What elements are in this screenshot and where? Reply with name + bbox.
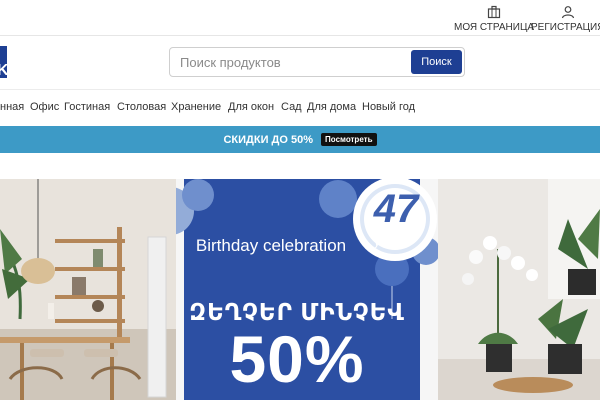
category-nav: нная Офис Гостиная Столовая Хранение Для… <box>0 90 600 126</box>
birthday-sale-graphic: Birthday celebration ԶԵՂՉԵՐ ՄԻՆՉԵՎ 50% 4… <box>176 179 438 400</box>
register-label: РЕГИСТРАЦИЯ <box>531 22 600 33</box>
dining-room-image <box>0 179 176 400</box>
site-header: K Поиск <box>0 36 600 90</box>
nav-item-windows[interactable]: Для окон <box>228 101 274 113</box>
nav-item-home[interactable]: Для дома <box>307 101 356 113</box>
years-text: years <box>374 235 404 249</box>
discount-value: 50% <box>229 322 365 396</box>
years-number: 47 <box>373 187 419 231</box>
promo-strip: СКИДКИ ДО 50% Посмотреть <box>0 126 600 153</box>
promo-view-button[interactable]: Посмотреть <box>321 133 377 146</box>
search-bar: Поиск <box>169 47 465 77</box>
my-page-link[interactable]: МОЯ СТРАНИЦА <box>454 5 534 33</box>
search-button[interactable]: Поиск <box>411 50 462 74</box>
nav-item-partial[interactable]: нная <box>0 101 24 113</box>
nav-item-living-room[interactable]: Гостиная <box>64 101 110 113</box>
search-input[interactable] <box>170 48 410 76</box>
nav-item-office[interactable]: Офис <box>30 101 59 113</box>
nav-item-dining-room[interactable]: Столовая <box>117 101 166 113</box>
suitcase-icon <box>487 5 501 19</box>
user-icon <box>561 6 574 19</box>
hero-banner[interactable]: Birthday celebration ԶԵՂՉԵՐ ՄԻՆՉԵՎ 50% 4… <box>0 179 600 400</box>
logo-letter: K <box>0 62 9 79</box>
promo-text: СКИДКИ ДО 50% <box>223 133 314 146</box>
nav-item-new-year[interactable]: Новый год <box>362 101 415 113</box>
birthday-title: Birthday celebration <box>195 236 347 255</box>
site-logo[interactable]: K <box>0 46 9 79</box>
my-page-label: МОЯ СТРАНИЦА <box>454 22 535 33</box>
nav-item-storage[interactable]: Хранение <box>171 101 221 113</box>
nav-item-garden[interactable]: Сад <box>281 101 302 113</box>
plants-image <box>438 179 600 400</box>
register-link[interactable]: РЕГИСТРАЦИЯ <box>531 5 600 33</box>
top-utility-bar: МОЯ СТРАНИЦА РЕГИСТРАЦИЯ <box>0 0 600 36</box>
